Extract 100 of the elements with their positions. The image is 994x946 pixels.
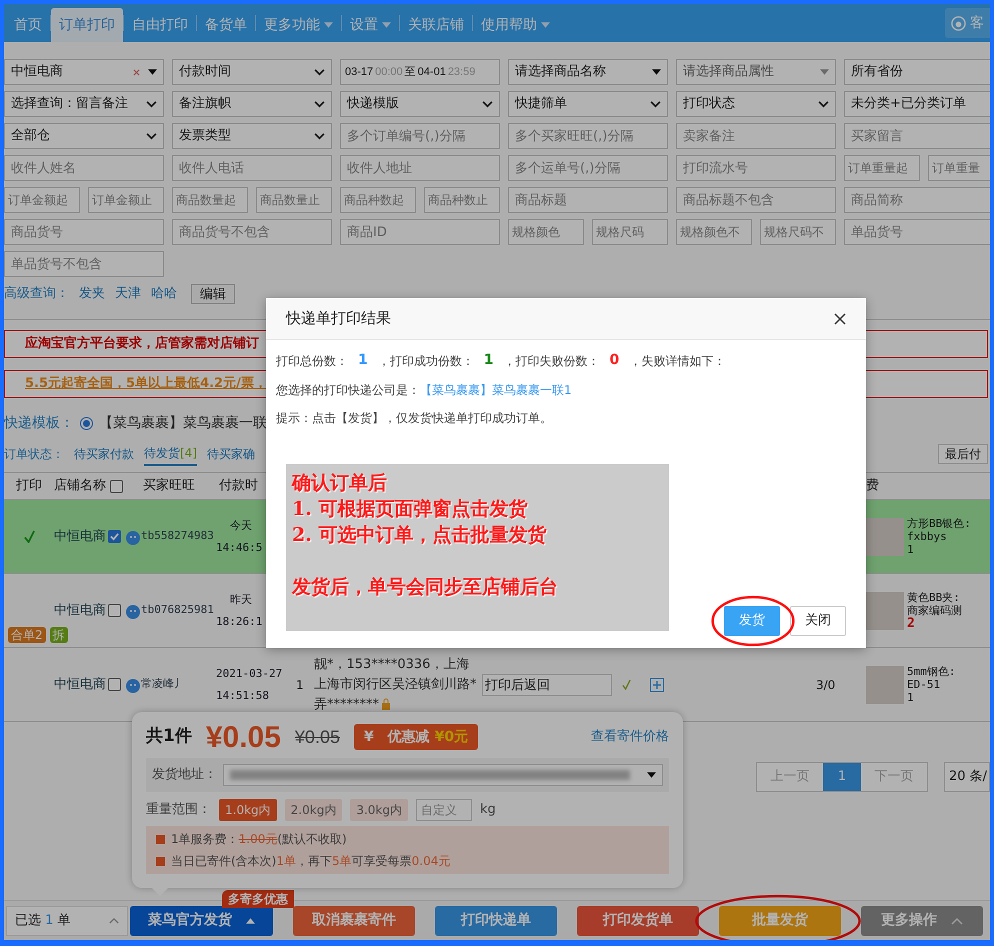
- select-field[interactable]: 备注旗帜: [172, 91, 332, 117]
- shop-name-cell-text: 中恒电商: [54, 528, 107, 546]
- select-field[interactable]: 请选择商品名称: [508, 59, 668, 85]
- select-field[interactable]: 快捷筛单: [508, 91, 668, 117]
- weight-option[interactable]: 1.0kg内: [219, 799, 277, 821]
- chevron-down-icon: [314, 132, 325, 140]
- input-field[interactable]: 多个运单号(,)分隔: [508, 155, 668, 181]
- nav-tab[interactable]: 订单打印: [51, 8, 123, 42]
- input-field[interactable]: 商品种数起: [340, 187, 416, 213]
- fee-note: 1单服务费：1.00元(默认不收取): [171, 831, 347, 848]
- nav-tab[interactable]: 首页: [6, 8, 50, 42]
- saved-query-link[interactable]: 天津: [115, 284, 141, 304]
- input-field[interactable]: 多个订单编号(,)分隔: [340, 123, 500, 149]
- chat-avatar-icon: [125, 676, 141, 692]
- action-button[interactable]: 打印快递单: [435, 906, 557, 936]
- nav-tab[interactable]: 设置: [342, 8, 399, 42]
- input-field[interactable]: 收件人电话: [172, 155, 332, 181]
- checkbox[interactable]: [108, 678, 121, 691]
- select-field[interactable]: 付款时间: [172, 59, 332, 85]
- input-field[interactable]: 规格颜色不: [676, 219, 752, 245]
- input-field[interactable]: 订单重量起: [844, 155, 920, 181]
- buyer-name-cell[interactable]: tb558274983: [141, 528, 216, 545]
- input-field[interactable]: 打印流水号: [676, 155, 836, 181]
- input-field[interactable]: 订单金额起: [4, 187, 80, 213]
- template-option[interactable]: 【菜鸟裹裹】菜鸟裹裹一联: [99, 412, 267, 434]
- promo-badge: 多寄多优惠: [222, 890, 294, 908]
- add-icon[interactable]: [650, 678, 664, 692]
- clear-icon[interactable]: [133, 68, 140, 76]
- input-field[interactable]: 商品ID: [340, 219, 500, 245]
- selection-counter[interactable]: 已选 1 单: [6, 906, 128, 936]
- action-button[interactable]: 打印发货单: [577, 906, 699, 936]
- checkbox[interactable]: [110, 480, 123, 492]
- input-field[interactable]: 订单重量: [928, 155, 990, 181]
- input-field[interactable]: 商品货号不包含: [172, 219, 332, 245]
- select-field[interactable]: 快递模版: [340, 91, 500, 117]
- input-field[interactable]: 商品数量起: [172, 187, 248, 213]
- action-button[interactable]: 批量发货: [719, 906, 841, 936]
- nav-tab[interactable]: 备货单: [197, 8, 255, 42]
- address-select[interactable]: [223, 764, 663, 786]
- input-field[interactable]: 商品标题不包含: [676, 187, 836, 213]
- input-field[interactable]: 规格颜色: [508, 219, 584, 245]
- action-button[interactable]: 取消裹裹寄件: [293, 906, 415, 936]
- input-field[interactable]: 单品货号: [844, 219, 990, 245]
- select-field[interactable]: 所有省份: [844, 59, 990, 85]
- input-field[interactable]: 商品标题: [508, 187, 668, 213]
- radio-button[interactable]: [80, 416, 93, 430]
- input-field[interactable]: 订单金额止: [88, 187, 164, 213]
- input-field[interactable]: 单品货号不包含: [4, 251, 164, 277]
- remark-field[interactable]: 打印后返回: [482, 674, 612, 696]
- close-icon[interactable]: [834, 312, 846, 324]
- select-field[interactable]: 选择查询：留言备注: [4, 91, 164, 117]
- page-button[interactable]: 1: [823, 763, 861, 791]
- select-field[interactable]: 请选择商品属性: [676, 59, 836, 85]
- select-field[interactable]: 未分类+已分类订单: [844, 91, 990, 117]
- input-field[interactable]: 卖家备注: [676, 123, 836, 149]
- input-field[interactable]: 商品简称: [844, 187, 990, 213]
- sort-button[interactable]: 最后付: [938, 444, 988, 464]
- weight-option[interactable]: 3.0kg内: [350, 799, 408, 821]
- column-header: 买家旺旺: [143, 477, 196, 496]
- input-field[interactable]: 规格尺码: [592, 219, 668, 245]
- nav-tab[interactable]: 更多功能: [256, 8, 341, 42]
- input-field[interactable]: 商品种数止: [424, 187, 500, 213]
- prev-page-button[interactable]: 上一页: [757, 763, 823, 791]
- input-field[interactable]: 买家留言: [844, 123, 990, 149]
- status-tab[interactable]: 待发货[4]: [144, 442, 197, 466]
- input-field[interactable]: 商品货号: [4, 219, 164, 245]
- price-link[interactable]: 查看寄件价格: [591, 727, 669, 747]
- date-range-field[interactable]: 03-17 00:00 至 04-01 23:59: [340, 59, 500, 85]
- shop-select[interactable]: 中恒电商: [4, 59, 164, 85]
- input-field[interactable]: 收件人姓名: [4, 155, 164, 181]
- page-size-select[interactable]: 20 条/: [944, 762, 990, 792]
- input-field[interactable]: 收件人地址: [340, 155, 500, 181]
- input-field[interactable]: 商品数量止: [256, 187, 332, 213]
- chevron-down-icon: [146, 100, 157, 108]
- edit-button[interactable]: 编辑: [191, 284, 235, 304]
- nav-tab[interactable]: 关联店铺: [400, 8, 472, 42]
- ship-button[interactable]: 发货: [724, 606, 780, 636]
- select-field[interactable]: 全部仓: [4, 123, 164, 149]
- select-field[interactable]: 发票类型: [172, 123, 332, 149]
- status-tab[interactable]: 待买家确: [207, 442, 255, 466]
- input-field[interactable]: 规格尺码不: [760, 219, 836, 245]
- nav-tab[interactable]: 自由打印: [124, 8, 196, 42]
- saved-query-link[interactable]: 哈哈: [151, 284, 177, 304]
- action-button[interactable]: 更多操作: [861, 906, 983, 936]
- next-page-button[interactable]: 下一页: [861, 763, 927, 791]
- buyer-name-cell[interactable]: tb076825981: [141, 602, 216, 619]
- input-field[interactable]: 多个买家旺旺(,)分隔: [508, 123, 668, 149]
- status-tab[interactable]: 待买家付款: [74, 442, 134, 466]
- chevron-down-icon: [482, 100, 493, 108]
- price: ¥0.05: [206, 720, 281, 756]
- select-field[interactable]: 打印状态: [676, 91, 836, 117]
- checkbox[interactable]: [108, 604, 121, 617]
- checkbox[interactable]: [108, 530, 121, 543]
- customer-service-button[interactable]: 客: [945, 8, 990, 38]
- custom-weight-field[interactable]: 自定义: [416, 799, 472, 821]
- nav-tab[interactable]: 使用帮助: [473, 8, 558, 42]
- saved-query-link[interactable]: 发夹: [79, 284, 105, 304]
- weight-option[interactable]: 2.0kg内: [284, 799, 342, 821]
- ship-dropdown-button[interactable]: 菜鸟官方发货: [130, 906, 273, 936]
- buyer-name-cell[interactable]: 常凌峰丿: [141, 676, 216, 693]
